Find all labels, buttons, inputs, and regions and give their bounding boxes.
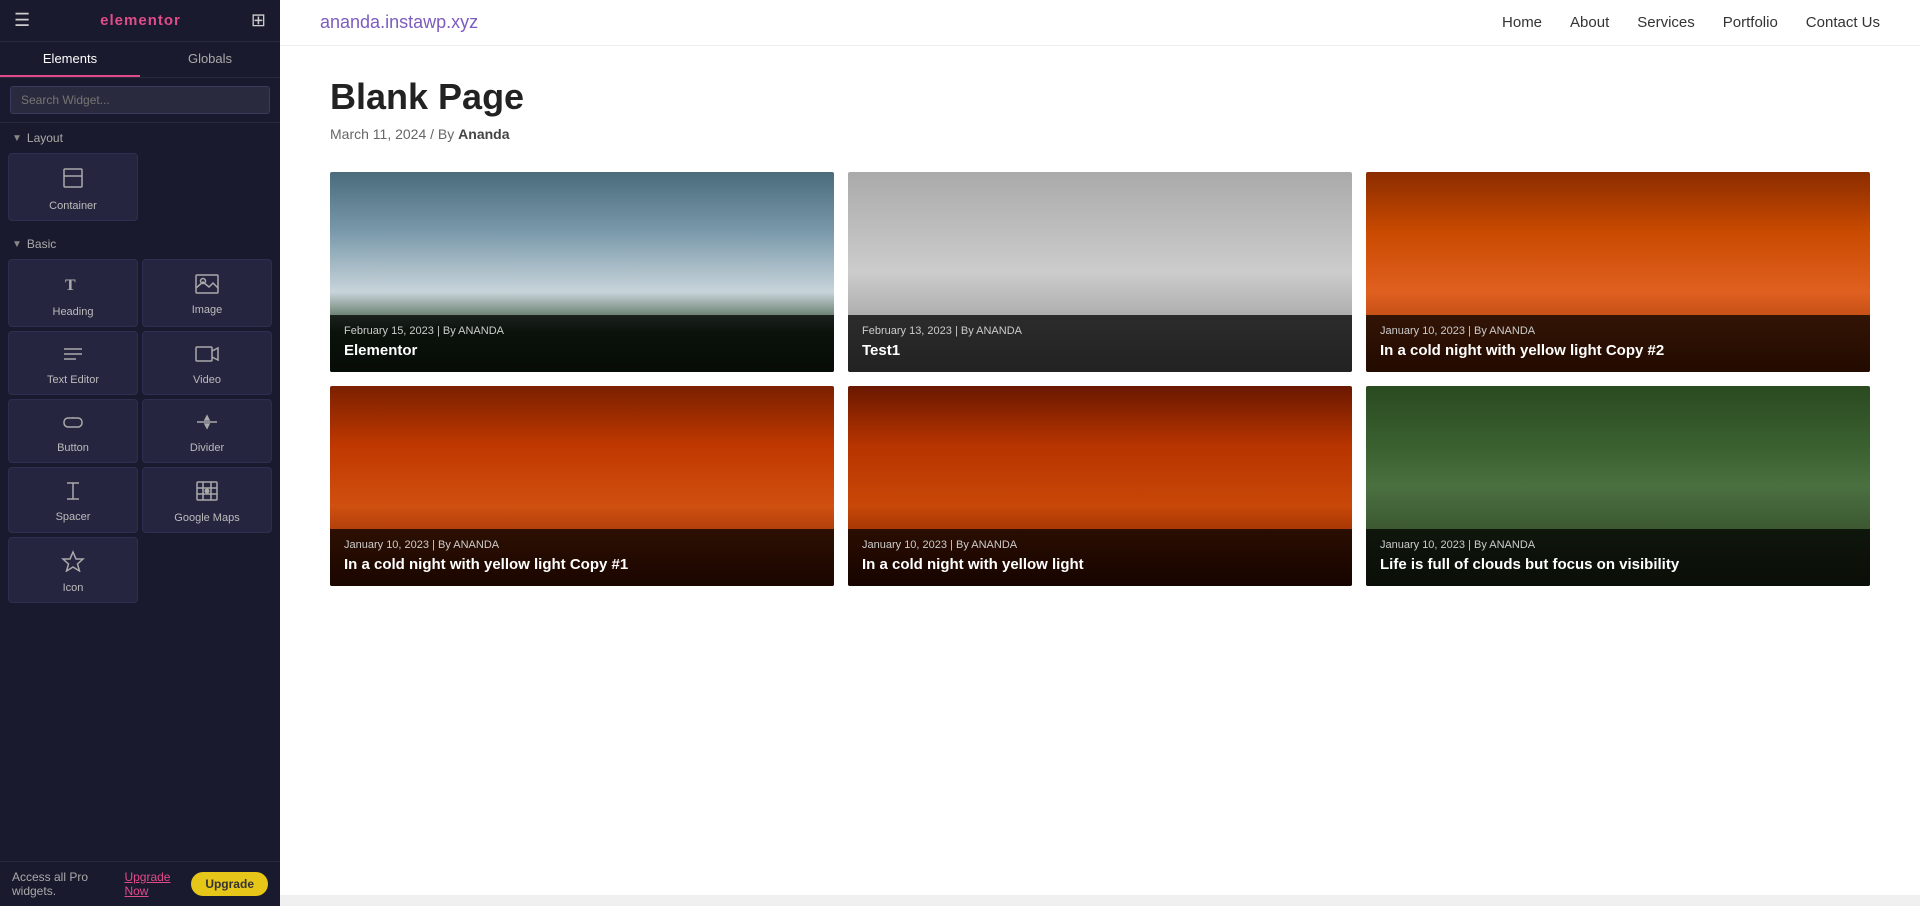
page-meta-by: By	[438, 126, 454, 142]
post-card-title: Life is full of clouds but focus on visi…	[1380, 555, 1856, 575]
post-card-title: In a cold night with yellow light	[862, 555, 1338, 575]
widget-video[interactable]: Video	[142, 331, 272, 395]
nav-home[interactable]: Home	[1502, 14, 1542, 31]
sidebar-header: ☰ elementor ⊞	[0, 0, 280, 42]
widget-text-editor-label: Text Editor	[47, 374, 99, 386]
basic-widget-grid: T Heading Image	[0, 255, 280, 611]
post-card[interactable]: January 10, 2023 | By ANANDA Life is ful…	[1366, 386, 1870, 586]
post-card-meta: January 10, 2023 | By ANANDA	[1380, 325, 1856, 337]
post-card[interactable]: February 13, 2023 | By ANANDA Test1	[848, 172, 1352, 372]
button-icon	[61, 412, 85, 436]
post-card-meta: January 10, 2023 | By ANANDA	[344, 539, 820, 551]
main-content: ananda.instawp.xyz Home About Services P…	[280, 0, 1920, 906]
post-card-title: In a cold night with yellow light Copy #…	[344, 555, 820, 575]
widget-heading[interactable]: T Heading	[8, 259, 138, 327]
widget-video-label: Video	[193, 374, 221, 386]
icon-widget-icon	[61, 550, 85, 576]
chevron-down-icon-basic: ▼	[12, 239, 22, 250]
widget-text-editor[interactable]: Text Editor	[8, 331, 138, 395]
svg-text:T: T	[65, 277, 76, 294]
tab-elements[interactable]: Elements	[0, 42, 140, 77]
upgrade-now-link[interactable]: Upgrade Now	[124, 870, 191, 898]
nav-portfolio[interactable]: Portfolio	[1723, 14, 1778, 31]
post-card-overlay: January 10, 2023 | By ANANDA In a cold n…	[848, 529, 1352, 587]
widget-google-maps[interactable]: Google Maps	[142, 467, 272, 533]
hamburger-icon[interactable]: ☰	[14, 10, 30, 31]
post-card-meta: February 15, 2023 | By ANANDA	[344, 325, 820, 337]
access-text: Access all Pro widgets.	[12, 870, 124, 898]
post-card-title: In a cold night with yellow light Copy #…	[1380, 341, 1856, 361]
post-card[interactable]: February 15, 2023 | By ANANDA Elementor	[330, 172, 834, 372]
heading-icon: T	[61, 272, 85, 300]
grid-icon[interactable]: ⊞	[251, 10, 266, 31]
widget-spacer[interactable]: Spacer	[8, 467, 138, 533]
widget-icon-label: Icon	[63, 582, 84, 594]
site-domain[interactable]: ananda.instawp.xyz	[320, 12, 478, 33]
container-icon	[61, 166, 85, 194]
search-input[interactable]	[10, 86, 270, 114]
post-card-meta: January 10, 2023 | By ANANDA	[1380, 539, 1856, 551]
text-editor-icon	[61, 344, 85, 368]
tab-globals[interactable]: Globals	[140, 42, 280, 77]
widget-button-label: Button	[57, 442, 89, 454]
resize-handle[interactable]: ↔	[277, 443, 280, 464]
image-icon	[195, 274, 219, 298]
spacer-icon	[61, 481, 85, 505]
post-card[interactable]: January 10, 2023 | By ANANDA In a cold n…	[330, 386, 834, 586]
widget-divider[interactable]: Divider	[142, 399, 272, 463]
sidebar-search	[0, 78, 280, 123]
page-meta-separator: /	[430, 126, 438, 142]
widget-heading-label: Heading	[53, 306, 94, 318]
page-author: Ananda	[458, 126, 509, 142]
section-layout-label: Layout	[27, 131, 63, 145]
section-layout-header[interactable]: ▼ Layout	[0, 123, 280, 149]
post-card-overlay: January 10, 2023 | By ANANDA Life is ful…	[1366, 529, 1870, 587]
sidebar-bottom: Access all Pro widgets. Upgrade Now Upgr…	[0, 861, 280, 906]
upgrade-button[interactable]: Upgrade	[191, 872, 268, 896]
section-basic-label: Basic	[27, 237, 56, 251]
post-card-overlay: January 10, 2023 | By ANANDA In a cold n…	[330, 529, 834, 587]
post-card[interactable]: January 10, 2023 | By ANANDA In a cold n…	[848, 386, 1352, 586]
page-title: Blank Page	[330, 76, 1870, 118]
widget-button[interactable]: Button	[8, 399, 138, 463]
nav-about[interactable]: About	[1570, 14, 1609, 31]
section-basic-header[interactable]: ▼ Basic	[0, 229, 280, 255]
divider-icon	[195, 412, 219, 436]
page-meta: March 11, 2024 / By Ananda	[330, 126, 1870, 142]
post-card-meta: January 10, 2023 | By ANANDA	[862, 539, 1338, 551]
widget-image[interactable]: Image	[142, 259, 272, 327]
post-card-overlay: January 10, 2023 | By ANANDA In a cold n…	[1366, 315, 1870, 373]
widget-spacer-label: Spacer	[56, 511, 91, 523]
widget-image-label: Image	[192, 304, 223, 316]
nav-links: Home About Services Portfolio Contact Us	[1502, 14, 1880, 32]
post-card-overlay: February 15, 2023 | By ANANDA Elementor	[330, 315, 834, 373]
google-maps-icon	[195, 480, 219, 506]
top-nav: ananda.instawp.xyz Home About Services P…	[280, 0, 1920, 46]
post-card-title: Elementor	[344, 341, 820, 361]
elementor-logo: elementor	[100, 12, 181, 29]
video-icon	[195, 344, 219, 368]
post-card-meta: February 13, 2023 | By ANANDA	[862, 325, 1338, 337]
post-card[interactable]: January 10, 2023 | By ANANDA In a cold n…	[1366, 172, 1870, 372]
page-date: March 11, 2024	[330, 126, 426, 142]
sidebar-tabs: Elements Globals	[0, 42, 280, 78]
layout-widget-grid: Container	[0, 149, 280, 229]
widget-icon[interactable]: Icon	[8, 537, 138, 603]
widget-container-label: Container	[49, 200, 97, 212]
page-content: Blank Page March 11, 2024 / By Ananda Fe…	[280, 46, 1920, 895]
nav-contact-us[interactable]: Contact Us	[1806, 14, 1880, 31]
chevron-down-icon: ▼	[12, 133, 22, 144]
widget-container[interactable]: Container	[8, 153, 138, 221]
nav-services[interactable]: Services	[1637, 14, 1695, 31]
posts-grid: February 15, 2023 | By ANANDA Elementor …	[330, 172, 1870, 586]
widget-divider-label: Divider	[190, 442, 224, 454]
post-card-overlay: February 13, 2023 | By ANANDA Test1	[848, 315, 1352, 373]
widget-google-maps-label: Google Maps	[174, 512, 239, 524]
post-card-title: Test1	[862, 341, 1338, 361]
sidebar: ☰ elementor ⊞ Elements Globals ▼ Layout …	[0, 0, 280, 906]
